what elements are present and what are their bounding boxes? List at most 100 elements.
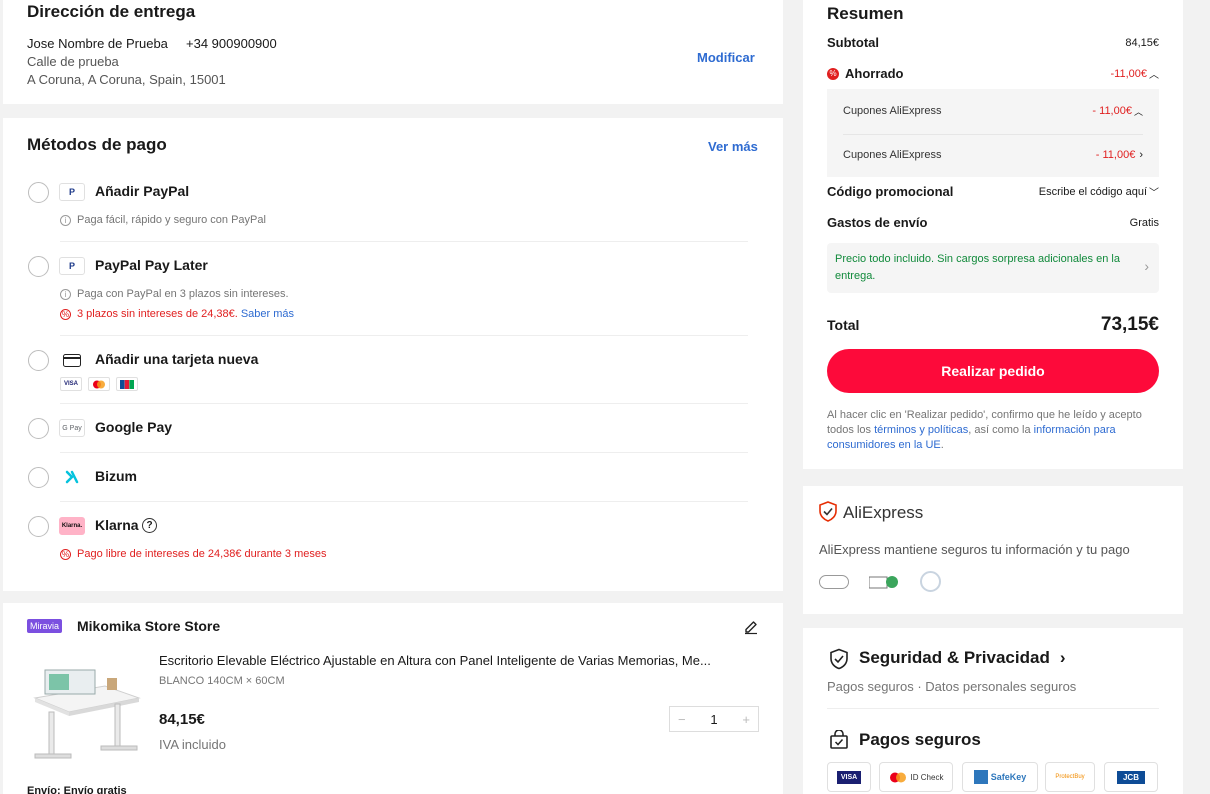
shield-check-icon bbox=[829, 648, 849, 675]
visa-secure-logo: VISA bbox=[827, 762, 871, 792]
see-more-link[interactable]: Ver más bbox=[708, 139, 758, 154]
info-icon: i bbox=[60, 214, 71, 226]
radio-new-card[interactable] bbox=[28, 350, 49, 371]
radio-klarna[interactable] bbox=[28, 516, 49, 537]
product-title[interactable]: Escritorio Elevable Eléctrico Ajustable … bbox=[159, 653, 762, 668]
seal-icon bbox=[920, 571, 941, 592]
radio-google-pay[interactable] bbox=[28, 418, 49, 439]
chevron-right-icon: › bbox=[1144, 258, 1149, 274]
method-google-pay[interactable]: Google Pay bbox=[95, 419, 172, 435]
radio-paypal[interactable] bbox=[28, 182, 49, 203]
subtotal-row: Subtotal 84,15€ bbox=[827, 35, 1159, 50]
chevron-up-icon: ︿ bbox=[1133, 107, 1143, 117]
promo-code-label: Código promocional bbox=[827, 184, 954, 199]
product-variant: BLANCO 140CM × 60CM bbox=[159, 675, 285, 687]
address-title: Dirección de entrega bbox=[27, 2, 196, 21]
shipping-row: Gastos de envío Gratis bbox=[827, 215, 1159, 230]
vat-label: IVA incluido bbox=[159, 737, 226, 752]
store-name[interactable]: Mikomika Store Store bbox=[77, 618, 220, 634]
address-city: A Coruna, A Coruna, Spain, 15001 bbox=[27, 72, 226, 87]
divider bbox=[60, 403, 748, 404]
legal-text: Al hacer clic en 'Realizar pedido', conf… bbox=[827, 409, 1142, 451]
security-divider bbox=[827, 708, 1159, 709]
chevron-down-icon: ﹀ bbox=[1149, 188, 1159, 199]
address-card: Dirección de entrega Jose Nombre de Prue… bbox=[3, 0, 783, 104]
radio-paypal-later[interactable] bbox=[28, 256, 49, 277]
coupon-row[interactable]: Cupones AliExpress - 11,00€ ︿ bbox=[843, 105, 1143, 118]
promo-code-row[interactable]: Código promocional Escribe el código aqu… bbox=[827, 184, 1159, 199]
bizum-icon bbox=[59, 468, 85, 486]
promo-code-input[interactable]: Escribe el código aquí bbox=[1039, 186, 1147, 198]
quantity-value[interactable]: 1 bbox=[710, 712, 717, 727]
chevron-right-icon: › bbox=[1139, 149, 1143, 161]
recipient-name: Jose Nombre de Prueba bbox=[27, 36, 168, 51]
payment-title: Métodos de pago bbox=[27, 135, 167, 154]
divider bbox=[60, 241, 748, 242]
radio-bizum[interactable] bbox=[28, 467, 49, 488]
paypal-later-info: i Paga con PayPal en 3 plazos sin intere… bbox=[60, 288, 289, 300]
edit-icon[interactable] bbox=[743, 619, 759, 640]
method-bizum[interactable]: Bizum bbox=[95, 468, 137, 484]
method-paypal-later[interactable]: PayPal Pay Later bbox=[95, 257, 208, 273]
quantity-stepper[interactable]: − 1 + bbox=[669, 706, 759, 732]
terms-link[interactable]: términos y políticas bbox=[874, 424, 968, 436]
decrement-button[interactable]: − bbox=[678, 712, 686, 727]
method-paypal[interactable]: Añadir PayPal bbox=[95, 183, 189, 199]
saved-label: Ahorrado bbox=[845, 66, 904, 81]
place-order-button[interactable]: Realizar pedido bbox=[827, 349, 1159, 393]
total-row: Total 73,15€ bbox=[827, 314, 1159, 336]
summary-title: Resumen bbox=[827, 4, 904, 23]
mastercard-icon bbox=[88, 377, 110, 391]
paypal-later-promo: % 3 plazos sin intereses de 24,38€. Sabe… bbox=[60, 308, 295, 320]
info-icon: i bbox=[60, 288, 71, 300]
paypal-info: i Paga fácil, rápido y seguro con PayPal bbox=[60, 214, 266, 226]
saved-row[interactable]: % Ahorrado -11,00€ ︿ bbox=[827, 66, 1159, 81]
security-privacy-link[interactable]: Seguridad & Privacidad › bbox=[859, 648, 1066, 668]
paypal-icon: P bbox=[59, 183, 85, 201]
promo-icon: % bbox=[60, 308, 71, 320]
address-street: Calle de prueba bbox=[27, 54, 119, 69]
security-sub: Pagos seguros · Datos personales seguros bbox=[827, 679, 1077, 694]
divider bbox=[60, 501, 748, 502]
method-new-card[interactable]: Añadir una tarjeta nueva bbox=[95, 351, 258, 367]
chevron-up-icon: ︿ bbox=[1149, 70, 1159, 81]
all-included-notice[interactable]: Precio todo incluido. Sin cargos sorpres… bbox=[827, 243, 1159, 293]
divider bbox=[60, 452, 748, 453]
saved-value: -11,00€ bbox=[1110, 67, 1148, 80]
subtotal-label: Subtotal bbox=[827, 35, 879, 50]
aliexpress-shield-icon bbox=[819, 501, 837, 527]
subtotal-value: 84,15€ bbox=[1125, 36, 1159, 49]
credit-card-icon bbox=[59, 351, 85, 369]
method-klarna[interactable]: Klarna bbox=[95, 517, 139, 533]
jcb-icon bbox=[116, 377, 138, 391]
help-icon[interactable]: ? bbox=[142, 518, 157, 533]
total-label: Total bbox=[827, 317, 860, 333]
coupon-row[interactable]: Cupones AliExpress - 11,00€ › bbox=[843, 149, 1143, 161]
secure-payments-title: Pagos seguros bbox=[859, 730, 981, 749]
aliexpress-brand: AliExpress bbox=[843, 503, 924, 522]
coupon-divider bbox=[843, 134, 1143, 135]
recipient-phone: +34 900900900 bbox=[186, 36, 277, 51]
klarna-icon: Klarna. bbox=[59, 517, 85, 535]
promo-icon: % bbox=[60, 548, 71, 560]
mastercard-idcheck-logo: ID Check bbox=[879, 762, 953, 792]
google-pay-icon: G Pay bbox=[59, 419, 85, 437]
klarna-promo: % Pago libre de intereses de 24,38€ dura… bbox=[60, 548, 327, 560]
visa-icon: VISA bbox=[60, 377, 82, 391]
divider bbox=[60, 335, 748, 336]
trust-text: AliExpress mantiene seguros tu informaci… bbox=[819, 542, 1130, 557]
product-price: 84,15€ bbox=[159, 711, 205, 728]
miravia-badge: Miravia bbox=[27, 619, 63, 633]
learn-more-link[interactable]: Saber más bbox=[241, 308, 294, 320]
amex-safekey-logo: SafeKey bbox=[962, 762, 1038, 792]
product-image[interactable] bbox=[27, 650, 145, 768]
jcb-secure-logo: JCB bbox=[1104, 762, 1158, 792]
protectbuy-logo: ProtectBuy bbox=[1045, 762, 1095, 792]
shipping-info: Envío: Envío gratis bbox=[27, 785, 127, 794]
total-value: 73,15€ bbox=[1100, 314, 1159, 335]
modify-address-link[interactable]: Modificar bbox=[697, 50, 755, 65]
amex-icon bbox=[973, 770, 988, 784]
trust-badge-icon bbox=[819, 575, 849, 589]
increment-button[interactable]: + bbox=[742, 712, 750, 727]
shipping-label: Gastos de envío bbox=[827, 215, 928, 230]
